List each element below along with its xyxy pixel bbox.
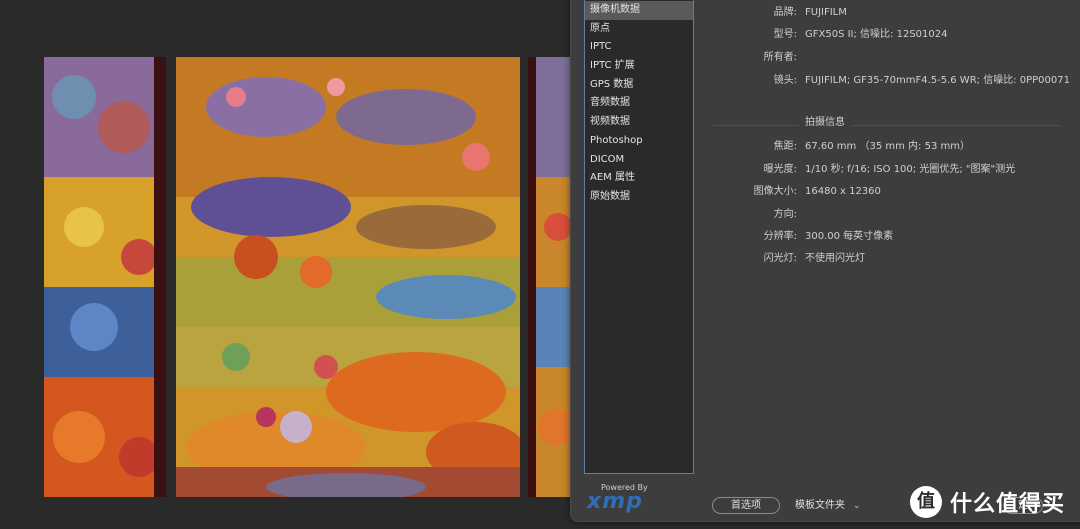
- orientation-label: 方向:: [773, 209, 797, 220]
- lens-value: FUJIFILM; GF35-70mmF4.5-5.6 WR; 信噪比: 0PP…: [805, 75, 1070, 86]
- exposure-label: 曝光度:: [763, 164, 797, 175]
- image-size-label: 图像大小:: [753, 186, 797, 197]
- watermark-badge-icon: 值: [910, 486, 942, 518]
- template-folder-dropdown[interactable]: 模板文件夹 ⌄: [795, 497, 861, 514]
- section-divider: [713, 125, 1061, 126]
- watermark: 值 什么值得买: [910, 485, 1065, 519]
- category-list[interactable]: 摄像机数据 原点 IPTC IPTC 扩展 GPS 数据 音频数据 视频数据 P…: [584, 0, 694, 474]
- category-dicom[interactable]: DICOM: [585, 151, 693, 170]
- xmp-wordmark: xmp: [587, 489, 643, 514]
- model-label: 型号:: [773, 29, 797, 40]
- preferences-button[interactable]: 首选项: [712, 497, 780, 514]
- watermark-text: 什么值得买: [950, 492, 1066, 517]
- category-origin[interactable]: 原点: [585, 20, 693, 39]
- template-folder-label: 模板文件夹: [795, 500, 845, 511]
- category-aem-properties[interactable]: AEM 属性: [585, 169, 693, 188]
- lens-label: 镜头:: [773, 75, 797, 86]
- image-size-value: 16480 x 12360: [805, 186, 881, 197]
- file-info-dialog: 摄像机数据 原点 IPTC IPTC 扩展 GPS 数据 音频数据 视频数据 P…: [570, 0, 1080, 522]
- model-value: GFX50S II; 信噪比: 12S01024: [805, 29, 948, 40]
- shooting-section-title: 拍摄信息: [799, 115, 851, 131]
- resolution-value: 300.00 每英寸像素: [805, 231, 894, 242]
- owner-label: 所有者:: [763, 52, 797, 63]
- flash-label: 闪光灯:: [763, 253, 797, 264]
- category-video-data[interactable]: 视频数据: [585, 113, 693, 132]
- kimono-panel-left: [44, 57, 166, 497]
- category-camera-data[interactable]: 摄像机数据: [585, 1, 693, 20]
- xmp-logo: Powered By xmp: [587, 483, 657, 514]
- focal-value: 67.60 mm （35 mm 内: 53 mm）: [805, 141, 970, 152]
- exposure-value: 1/10 秒; f/16; ISO 100; 光圈优先; "图案"测光: [805, 164, 1016, 175]
- focal-label: 焦距:: [773, 141, 797, 152]
- category-iptc[interactable]: IPTC: [585, 38, 693, 57]
- category-raw-data[interactable]: 原始数据: [585, 188, 693, 207]
- resolution-label: 分辨率:: [763, 231, 797, 242]
- category-gps-data[interactable]: GPS 数据: [585, 76, 693, 95]
- kimono-panel-center: [176, 57, 520, 497]
- category-audio-data[interactable]: 音频数据: [585, 94, 693, 113]
- category-photoshop[interactable]: Photoshop: [585, 132, 693, 151]
- flash-value: 不使用闪光灯: [805, 253, 865, 264]
- category-iptc-extension[interactable]: IPTC 扩展: [585, 57, 693, 76]
- make-value: FUJIFILM: [805, 7, 847, 18]
- kimono-panel-right: [528, 57, 575, 497]
- photo-preview: [0, 0, 575, 529]
- chevron-down-icon: ⌄: [853, 501, 861, 511]
- make-label: 品牌:: [773, 7, 797, 18]
